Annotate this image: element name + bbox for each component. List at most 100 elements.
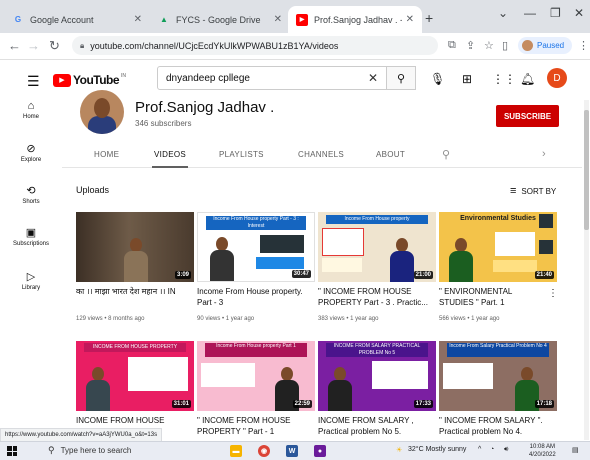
video-duration: 3:09 (174, 271, 191, 279)
profile-button[interactable]: Paused (518, 37, 572, 54)
video-card[interactable]: Income From House property 21:00 " INCOM… (318, 212, 436, 322)
subscribe-button[interactable]: SUBSCRIBE (496, 105, 559, 127)
video-metadata: 90 views • 1 year ago (197, 316, 255, 322)
video-card[interactable]: Income From House property Part 1 22:59 … (197, 341, 315, 437)
weather-icon: ☀ (396, 447, 403, 454)
new-tab-button[interactable]: + (425, 10, 433, 26)
chrome-icon[interactable]: ◉ (258, 445, 270, 457)
video-card[interactable]: Income From Salary Practical Problem No … (439, 341, 557, 437)
video-thumbnail[interactable]: Income From House property Part - 3 : In… (197, 212, 315, 282)
bookmark-star-icon[interactable]: ☆ (484, 39, 494, 52)
rail-item-subscriptions[interactable]: ▣ Subscriptions (0, 226, 62, 247)
tab-playlists[interactable]: PLAYLISTS (219, 150, 264, 159)
apps-grid-icon[interactable]: ⋮⋮ (492, 72, 516, 86)
youtube-logo[interactable]: ▶ YouTube IN (53, 73, 126, 87)
video-more-options-icon[interactable]: ⋮ (548, 288, 558, 299)
video-duration: 17:33 (413, 400, 433, 408)
taskbar-search[interactable]: ⚲ Type here to search (48, 445, 131, 456)
link-status-url: https://www.youtube.com/watch?v=aA3jYWU0… (0, 428, 163, 442)
clear-search-icon[interactable]: ✕ (368, 71, 378, 85)
close-tab-icon[interactable]: ✕ (406, 14, 414, 25)
search-input[interactable]: dnyandeep cpllege ✕ (157, 66, 387, 90)
taskbar-clock[interactable]: 10:08 AM 4/20/2022 (529, 443, 556, 459)
share-icon[interactable]: ⇪ (466, 39, 475, 52)
microphone-icon[interactable]: 🎙︎ (430, 72, 445, 86)
forward-icon[interactable]: → (27, 38, 40, 53)
video-title[interactable]: " INCOME FROM HOUSE PROPERTY Part - 3 . … (318, 286, 436, 308)
shorts-icon: ⟲ (26, 185, 36, 197)
scrollbar-thumb[interactable] (584, 110, 589, 230)
tab-videos[interactable]: VIDEOS (151, 150, 189, 168)
channel-avatar[interactable] (80, 90, 124, 134)
rail-item-library[interactable]: ▷ Library (0, 270, 62, 291)
tab-home[interactable]: HOME (94, 150, 119, 159)
tab-youtube[interactable]: ▶ Prof.Sanjog Jadhav . - YouTube ✕ (288, 6, 422, 33)
video-thumbnail[interactable]: INCOME FROM SALARY PRACTICAL PROBLEM No … (318, 341, 436, 411)
hamburger-menu-icon[interactable]: ☰ (27, 73, 40, 90)
video-title[interactable]: " ENVIRONMENTAL STUDIES " Part. 1 (439, 286, 544, 308)
rail-item-shorts[interactable]: ⟲ Shorts (0, 184, 62, 205)
video-thumbnail[interactable]: Income From House property 21:00 (318, 212, 436, 282)
tab-google-account[interactable]: G Google Account ✕ (4, 6, 150, 33)
browser-menu-icon[interactable]: ⋮ (578, 39, 589, 52)
word-icon[interactable]: W (286, 445, 298, 457)
network-icon[interactable]: ◔ (490, 446, 494, 453)
account-avatar[interactable]: D (547, 68, 567, 88)
video-thumbnail[interactable]: Environmental Studies 21:40 (439, 212, 557, 282)
video-title[interactable]: INCOME FROM SALARY , Practical problem N… (318, 415, 436, 437)
side-panel-icon[interactable]: ▯ (502, 39, 508, 52)
create-video-icon[interactable]: ⊞ (462, 72, 472, 86)
close-tab-icon[interactable]: ✕ (134, 14, 142, 25)
search-button[interactable]: ⚲ (386, 66, 416, 90)
channel-search-icon[interactable]: ⚲ (442, 148, 450, 161)
page-scrollbar[interactable] (584, 100, 589, 440)
reload-icon[interactable]: ↻ (49, 38, 60, 54)
video-thumbnail[interactable]: INCOME FROM HOUSE PROPERTY 31:01 (76, 341, 194, 411)
tab-channels[interactable]: CHANNELS (298, 150, 344, 159)
sort-by-button[interactable]: ≡ SORT BY (510, 185, 556, 197)
close-window-button[interactable]: ✕ (574, 6, 584, 20)
media-app-icon[interactable]: ● (314, 445, 326, 457)
video-card[interactable]: INCOME FROM SALARY PRACTICAL PROBLEM No … (318, 341, 436, 437)
close-tab-icon[interactable]: ✕ (274, 14, 282, 25)
rail-item-home[interactable]: ⌂ Home (0, 100, 62, 120)
windows-taskbar: ⚲ Type here to search ▬ ◉ W ● ☀ 32°C Mos… (0, 441, 590, 460)
address-bar[interactable]: 🔒︎ youtube.com/channel/UCjcEcdYkUlkWPWAB… (72, 36, 438, 55)
search-icon: ⚲ (396, 72, 406, 85)
compass-icon: ⊘ (26, 143, 36, 155)
drive-favicon-icon: ▲ (160, 15, 168, 24)
minimize-button[interactable]: — (524, 6, 536, 20)
home-icon: ⌂ (27, 100, 35, 112)
file-explorer-icon[interactable]: ▬ (230, 445, 242, 457)
maximize-button[interactable]: ❐ (550, 6, 561, 20)
channel-name: Prof.Sanjog Jadhav . (135, 99, 275, 116)
video-title[interactable]: " INCOME FROM HOUSE PROPERTY " Part - 1 (197, 415, 315, 437)
library-icon: ▷ (26, 271, 36, 283)
video-card[interactable]: Environmental Studies 21:40 " ENVIRONMEN… (439, 212, 557, 322)
rail-item-explore[interactable]: ⊘ Explore (0, 142, 62, 163)
video-card[interactable]: Income From House property Part - 3 : In… (197, 212, 315, 322)
notification-center-icon[interactable]: ▤ (572, 446, 579, 454)
video-duration: 30:47 (291, 270, 311, 278)
video-title[interactable]: Income From House property. Part - 3 (197, 286, 315, 308)
video-thumbnail[interactable]: Income From Salary Practical Problem No … (439, 341, 557, 411)
tab-google-drive[interactable]: ▲ FYCS - Google Drive ✕ (150, 6, 290, 33)
notifications-bell-icon[interactable]: 🔔︎ (520, 72, 535, 86)
video-thumbnail[interactable]: Income From House property Part 1 22:59 (197, 341, 315, 411)
video-duration: 21:00 (413, 271, 433, 279)
video-title[interactable]: का ।। माझा भारत देश महान ।। IN (76, 286, 194, 308)
volume-icon[interactable]: 🔊︎ (504, 446, 508, 454)
chevron-right-icon[interactable]: › (542, 148, 546, 160)
windows-start-icon[interactable] (7, 446, 17, 456)
video-thumbnail[interactable]: 3:09 (76, 212, 194, 282)
video-duration: 22:59 (292, 400, 312, 408)
tray-chevron-icon[interactable]: ^ (478, 446, 481, 453)
install-app-icon[interactable]: ⧉ (448, 39, 456, 52)
back-icon[interactable]: ← (8, 38, 21, 53)
tab-search-icon[interactable]: ⌄ (498, 6, 508, 20)
tab-about[interactable]: ABOUT (376, 150, 405, 159)
weather-text[interactable]: 32°C Mostly sunny (408, 446, 466, 453)
video-card[interactable]: INCOME FROM HOUSE PROPERTY 31:01 INCOME … (76, 341, 194, 437)
video-title[interactable]: " INCOME FROM SALARY ". Practical proble… (439, 415, 557, 437)
video-card[interactable]: 3:09 का ।। माझा भारत देश महान ।। IN 129 … (76, 212, 194, 322)
